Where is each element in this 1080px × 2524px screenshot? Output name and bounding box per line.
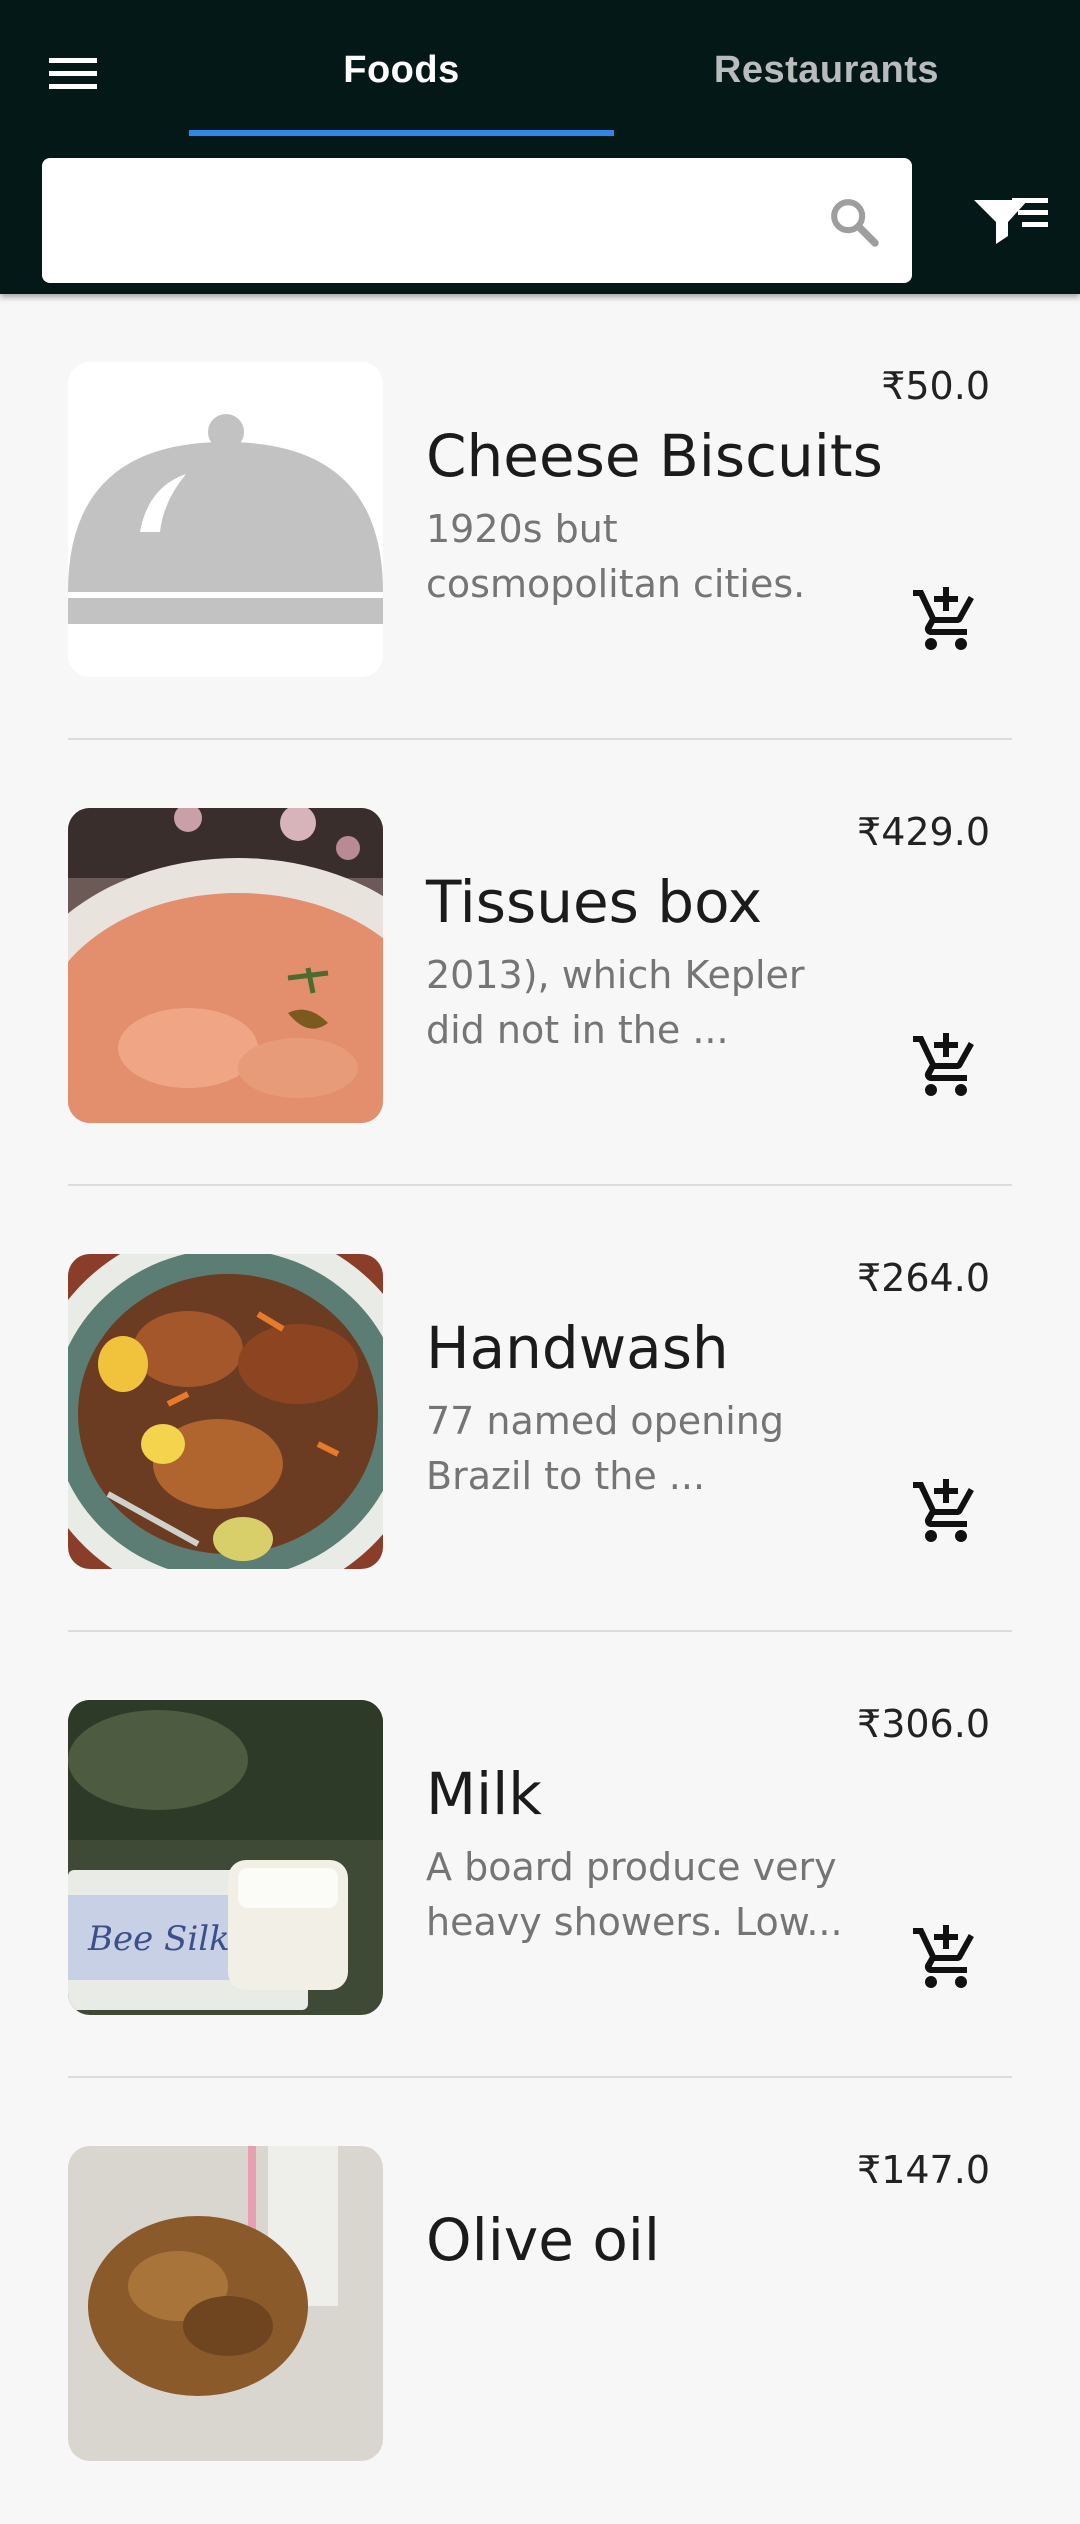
list-item[interactable]: ₹264.0 Handwash 77 named opening Brazil … [68,1186,1012,1632]
search-input[interactable] [66,178,826,263]
item-description-line: cosmopolitan cities. [426,562,806,606]
item-description-line: A board produce very [426,1845,837,1889]
item-price: ₹264.0 [857,1256,990,1300]
item-description: 1920s but cosmopolitan cities. [426,502,856,612]
add-to-cart-icon[interactable] [910,1476,982,1548]
item-name: Handwash [426,1314,729,1382]
item-name: Cheese Biscuits [426,422,883,490]
item-description: 77 named opening Brazil to the ... [426,1394,856,1504]
search-bar [42,158,912,283]
add-to-cart-icon[interactable] [910,584,982,656]
tab-indicator [189,130,614,136]
add-to-cart-icon[interactable] [910,1922,982,1994]
app-bar: Foods Restaurants [0,0,1080,294]
list-item[interactable]: Bee Silk ₹306.0 Milk A board produce ver… [68,1632,1012,2078]
item-price: ₹147.0 [857,2148,990,2192]
roast-chicken-photo [68,1254,383,1569]
item-description-line: 77 named opening [426,1399,784,1443]
food-cloche-icon [68,362,383,677]
item-price: ₹429.0 [857,810,990,854]
tab-restaurants[interactable]: Restaurants [614,0,1039,140]
food-image [68,362,383,677]
item-price: ₹50.0 [881,364,990,408]
soap-bar-photo: Bee Silk [68,1700,383,2015]
food-image [68,808,383,1123]
list-item[interactable]: ₹147.0 Olive oil [68,2078,1012,2524]
food-image [68,2146,383,2461]
food-image: Bee Silk [68,1700,383,2015]
search-icon[interactable] [826,194,882,250]
item-name: Tissues box [426,868,763,936]
list-item[interactable]: ₹429.0 Tissues box 2013), which Kepler d… [68,740,1012,1186]
item-description: 2013), which Kepler did not in the ... [426,948,856,1058]
menu-icon [49,58,97,89]
item-description: A board produce very heavy showers. Low.… [426,1840,856,1950]
granola-photo [68,2146,383,2461]
svg-text:Bee Silk: Bee Silk [87,1919,230,1959]
add-to-cart-icon[interactable] [910,1030,982,1102]
item-name: Olive oil [426,2206,661,2274]
filter-icon [974,198,1048,244]
item-description-line: 2013), which Kepler [426,953,805,997]
menu-button[interactable] [40,48,108,100]
item-description-line: 1920s but [426,507,618,551]
soup-bowl-photo [68,808,383,1123]
tab-foods[interactable]: Foods [189,0,614,140]
filter-button[interactable] [968,182,1054,262]
item-price: ₹306.0 [857,1702,990,1746]
food-image [68,1254,383,1569]
item-description-line: Brazil to the ... [426,1454,706,1498]
item-name: Milk [426,1760,542,1828]
list-item[interactable]: ₹50.0 Cheese Biscuits 1920s but cosmopol… [68,294,1012,740]
item-description-line: did not in the ... [426,1008,729,1052]
item-description-line: heavy showers. Low... [426,1900,843,1944]
